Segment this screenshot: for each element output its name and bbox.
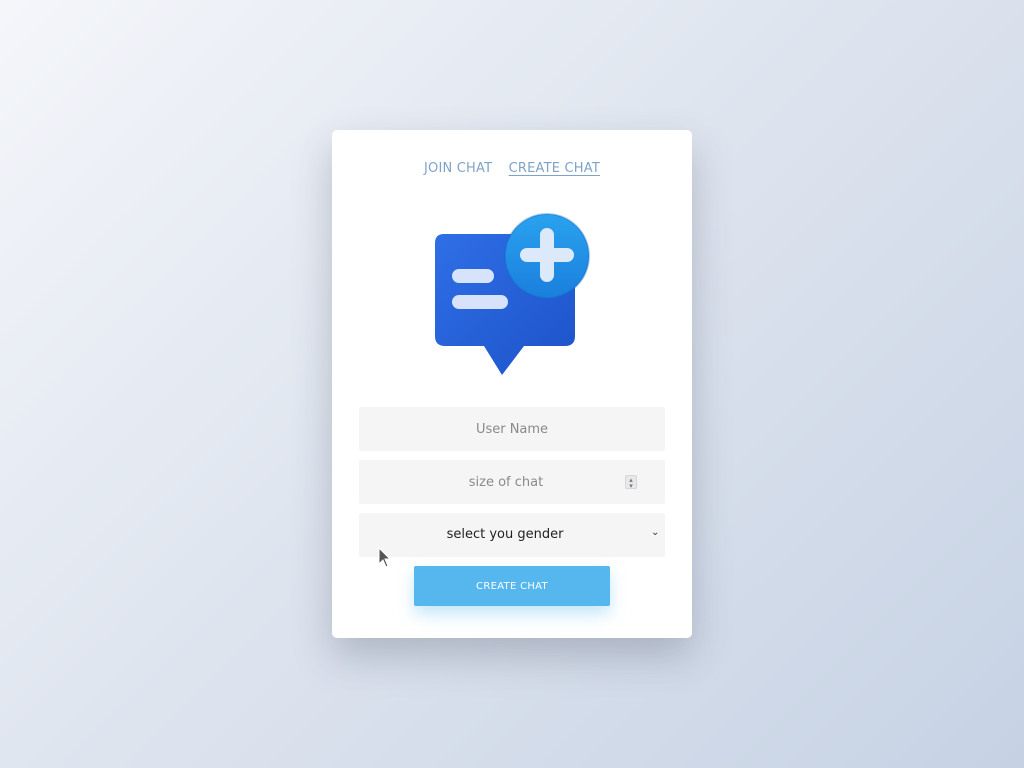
tab-bar: JOIN CHAT CREATE CHAT [332, 161, 692, 176]
create-chat-button[interactable]: CREATE CHAT [414, 566, 610, 606]
tab-create-chat[interactable]: CREATE CHAT [509, 161, 600, 176]
number-spinner-icon[interactable]: ▴ ▾ [625, 475, 637, 490]
chat-bubble-plus-icon [435, 213, 590, 375]
gender-select[interactable]: select you gender [359, 513, 665, 557]
gender-select-value: select you gender [446, 527, 564, 542]
tab-join-chat[interactable]: JOIN CHAT [424, 161, 492, 176]
username-input[interactable] [359, 407, 665, 451]
mouse-cursor-icon [378, 547, 392, 568]
chat-size-input[interactable] [359, 460, 665, 504]
